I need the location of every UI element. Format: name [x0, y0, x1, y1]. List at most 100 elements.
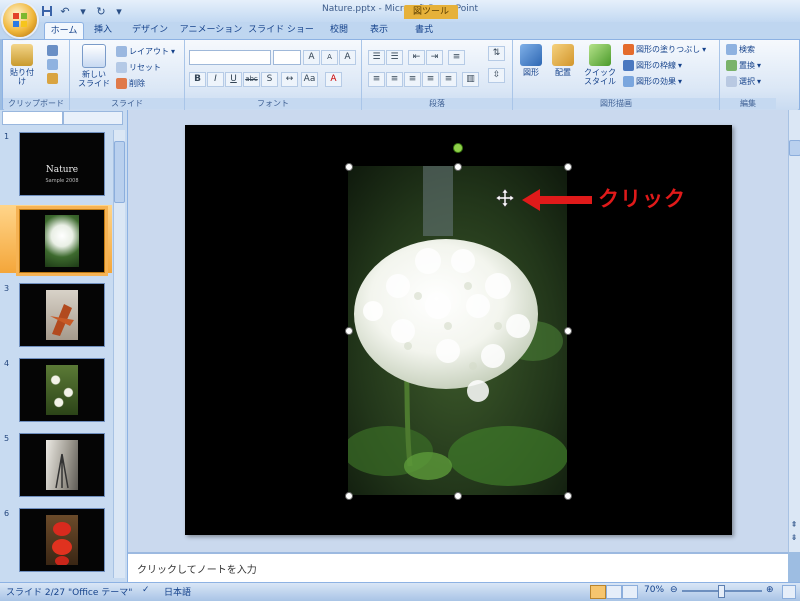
- slide-thumbnail-5[interactable]: [19, 433, 105, 497]
- decrease-indent-button[interactable]: ⇤: [408, 50, 425, 65]
- vertical-scroll-thumb[interactable]: [789, 140, 800, 156]
- office-button[interactable]: [3, 3, 37, 37]
- rotate-handle[interactable]: [453, 143, 463, 153]
- new-slide-button[interactable]: 新しい スライド: [76, 44, 112, 88]
- reset-button[interactable]: リセット: [116, 62, 161, 73]
- slide-number: 4: [4, 359, 10, 368]
- change-case-button[interactable]: Aa: [301, 72, 318, 87]
- resize-handle-top-left[interactable]: [345, 163, 353, 171]
- quick-styles-button[interactable]: クイック スタイル: [583, 44, 617, 86]
- font-group-label: フォント: [185, 98, 361, 109]
- justify-button[interactable]: ≡: [422, 72, 439, 87]
- char-spacing-button[interactable]: ↔: [281, 72, 298, 87]
- bullets-button[interactable]: ☰: [368, 50, 385, 65]
- clear-format-button[interactable]: A: [339, 50, 356, 65]
- select-arrow-icon: [726, 76, 737, 87]
- status-slide-count: スライド 2/27: [6, 588, 66, 598]
- font-name-box[interactable]: [189, 50, 271, 65]
- format-painter-icon[interactable]: [47, 73, 58, 84]
- delete-slide-button[interactable]: 削除: [116, 78, 145, 89]
- shape-fill-button[interactable]: 図形の塗りつぶし ▾: [623, 44, 706, 55]
- bold-button[interactable]: B: [189, 72, 206, 87]
- slide-sorter-icon[interactable]: [606, 585, 622, 599]
- slide-thumbnail-1[interactable]: Nature Sample 2008: [19, 132, 105, 196]
- columns-button[interactable]: ▥: [462, 72, 479, 87]
- notes-placeholder: クリックしてノートを入力: [137, 565, 257, 576]
- tab-slideshow[interactable]: スライド ショー: [248, 22, 314, 39]
- resize-handle-bottom[interactable]: [454, 492, 462, 500]
- resize-handle-bottom-left[interactable]: [345, 492, 353, 500]
- effects-icon: [623, 76, 634, 87]
- align-left-button[interactable]: ≡: [368, 72, 385, 87]
- font-color-button[interactable]: A: [325, 72, 342, 87]
- move-cursor-icon: [496, 188, 514, 208]
- slide-thumbnail-4[interactable]: [19, 358, 105, 422]
- slides-pane-scroll-thumb[interactable]: [114, 141, 125, 203]
- resize-handle-top[interactable]: [454, 163, 462, 171]
- font-group: A A A B I U abc S ↔ Aa A フォント: [185, 40, 362, 110]
- slide-thumbnail-3[interactable]: [19, 283, 105, 347]
- copy-icon[interactable]: [47, 59, 58, 70]
- italic-button[interactable]: I: [207, 72, 224, 87]
- arrange-icon: [552, 44, 574, 66]
- align-text-button[interactable]: ⇳: [488, 68, 505, 83]
- slide-thumbnail-6[interactable]: [19, 508, 105, 572]
- align-center-button[interactable]: ≡: [386, 72, 403, 87]
- paste-button[interactable]: 貼り付け: [7, 44, 37, 86]
- tab-format[interactable]: 書式: [404, 22, 444, 39]
- shape-outline-button[interactable]: 図形の枠線 ▾: [623, 60, 682, 71]
- slide-thumbnail-2[interactable]: [16, 206, 108, 276]
- slide-number: 3: [4, 284, 10, 293]
- tab-bar: [0, 22, 800, 39]
- replace-button[interactable]: 置換 ▾: [726, 60, 761, 71]
- resize-handle-left[interactable]: [345, 327, 353, 335]
- drawing-group: 図形 配置 クイック スタイル 図形の塗りつぶし ▾ 図形の枠線 ▾ 図形の効果 ▾ …: [513, 40, 720, 110]
- context-tab-label: 図ツール: [404, 5, 458, 19]
- cut-icon[interactable]: [47, 45, 58, 56]
- tab-slides-pane[interactable]: [2, 111, 63, 125]
- tab-design[interactable]: デザイン: [126, 22, 174, 39]
- align-right-button[interactable]: ≡: [404, 72, 421, 87]
- tab-view[interactable]: 表示: [362, 22, 396, 39]
- line-spacing-button[interactable]: ≡: [448, 50, 465, 65]
- tab-review[interactable]: 校閲: [322, 22, 356, 39]
- next-slide-icon[interactable]: ⇟: [789, 533, 799, 543]
- hydrangea-photo[interactable]: [348, 166, 567, 495]
- prev-slide-icon[interactable]: ⇞: [789, 520, 799, 530]
- increase-indent-button[interactable]: ⇥: [426, 50, 443, 65]
- grow-font-button[interactable]: A: [303, 50, 320, 65]
- strikethrough-button[interactable]: abc: [243, 72, 260, 87]
- find-button[interactable]: 検索: [726, 44, 755, 55]
- tab-home[interactable]: ホーム: [44, 22, 84, 40]
- shadow-button[interactable]: S: [261, 72, 278, 87]
- select-button[interactable]: 選択 ▾: [726, 76, 761, 87]
- resize-handle-right[interactable]: [564, 327, 572, 335]
- text-direction-button[interactable]: ⇅: [488, 46, 505, 61]
- spellcheck-icon[interactable]: ✓: [142, 585, 150, 595]
- vertical-scrollbar[interactable]: [788, 110, 800, 552]
- tab-insert[interactable]: 挿入: [86, 22, 120, 39]
- shrink-font-button[interactable]: A: [321, 50, 338, 65]
- shape-effects-button[interactable]: 図形の効果 ▾: [623, 76, 682, 87]
- tab-animations[interactable]: アニメーション: [178, 22, 244, 39]
- window-title: Nature.pptx - Microsoft PowerPoint: [321, 4, 478, 14]
- resize-handle-bottom-right[interactable]: [564, 492, 572, 500]
- numbering-button[interactable]: ☰: [386, 50, 403, 65]
- normal-view-icon[interactable]: [590, 585, 606, 599]
- pane-tabs: [2, 111, 123, 125]
- zoom-out-icon[interactable]: ⊖: [670, 585, 678, 595]
- distributed-button[interactable]: ≡: [440, 72, 457, 87]
- font-size-box[interactable]: [273, 50, 301, 65]
- arrange-button[interactable]: 配置: [549, 44, 577, 77]
- tab-outline-pane[interactable]: [62, 111, 123, 125]
- resize-handle-top-right[interactable]: [564, 163, 572, 171]
- slideshow-view-icon[interactable]: [622, 585, 638, 599]
- zoom-slider-thumb[interactable]: [718, 585, 725, 598]
- underline-button[interactable]: U: [225, 72, 242, 87]
- fit-to-window-icon[interactable]: [782, 585, 796, 599]
- status-zoom[interactable]: 70%: [644, 585, 664, 595]
- zoom-in-icon[interactable]: ⊕: [766, 585, 774, 595]
- thumb-image: [46, 440, 78, 490]
- shapes-button[interactable]: 図形: [517, 44, 545, 77]
- layout-button[interactable]: レイアウト ▾: [116, 46, 175, 57]
